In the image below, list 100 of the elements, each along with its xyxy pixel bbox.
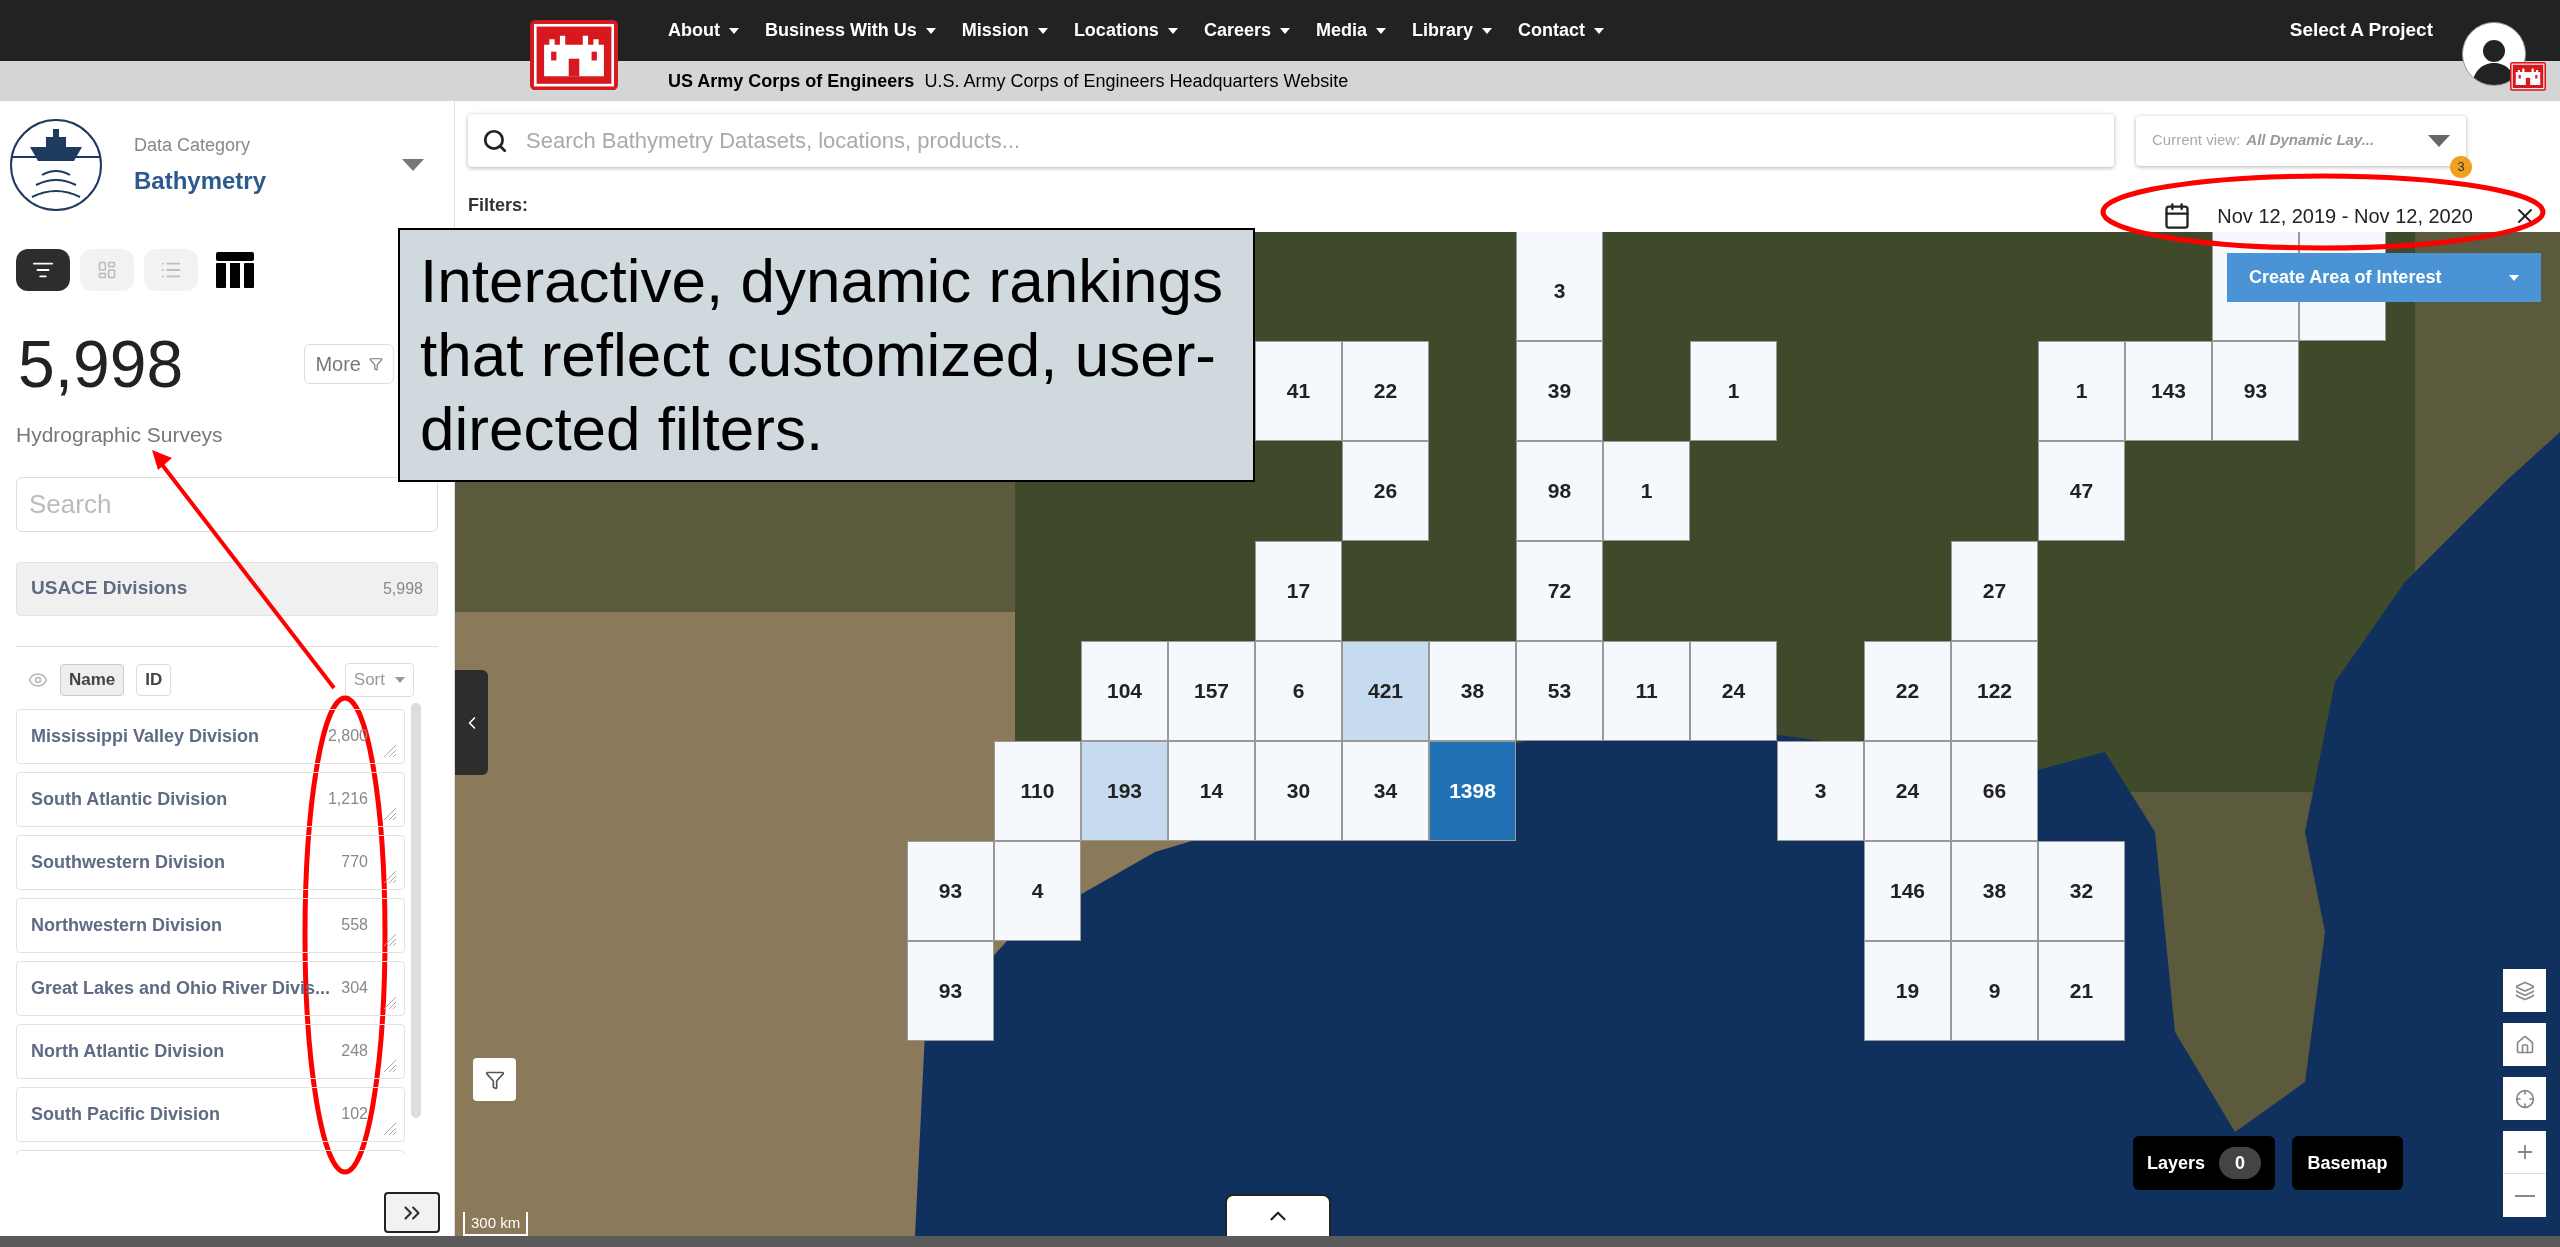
list-view-button[interactable] bbox=[144, 249, 198, 291]
collapse-panel-handle[interactable] bbox=[455, 670, 488, 775]
survey-count-cell[interactable]: 3 bbox=[1777, 741, 1864, 841]
survey-count-cell[interactable]: 6 bbox=[1255, 641, 1342, 741]
nav-menu-link[interactable]: About bbox=[668, 17, 739, 44]
nav-menu-link[interactable]: Media bbox=[1315, 17, 1386, 44]
survey-count-cell[interactable]: 22 bbox=[1342, 341, 1429, 441]
survey-count-cell[interactable]: 93 bbox=[907, 841, 994, 941]
survey-count-cell[interactable]: 38 bbox=[1951, 841, 2038, 941]
survey-count-cell[interactable]: 98 bbox=[1516, 441, 1603, 541]
survey-count-cell[interactable]: 4 bbox=[994, 841, 1081, 941]
survey-count-cell[interactable]: 193 bbox=[1081, 741, 1168, 841]
search-icon bbox=[482, 127, 508, 154]
survey-count-cell[interactable]: 24 bbox=[1864, 741, 1951, 841]
group-row[interactable]: USACE Divisions 5,998 bbox=[16, 561, 438, 616]
survey-count-cell[interactable]: 39 bbox=[1516, 341, 1603, 441]
survey-count-cell[interactable]: 110 bbox=[994, 741, 1081, 841]
sort-field-tab[interactable]: Name bbox=[60, 663, 125, 696]
division-count: 248 bbox=[341, 1041, 369, 1061]
resize-grip-icon bbox=[382, 805, 396, 820]
survey-count-cell[interactable]: 157 bbox=[1168, 641, 1255, 741]
survey-count-cell[interactable]: 72 bbox=[1516, 541, 1603, 641]
sort-field-tab[interactable]: ID bbox=[136, 663, 172, 696]
survey-count-cell[interactable]: 143 bbox=[2125, 341, 2212, 441]
survey-count-cell[interactable]: 53 bbox=[1516, 641, 1603, 741]
division-name: North Atlantic Division bbox=[31, 1039, 225, 1063]
survey-count-cell[interactable]: 24 bbox=[1690, 641, 1777, 741]
survey-count-cell[interactable]: 32 bbox=[2038, 841, 2125, 941]
survey-total: 5,998 bbox=[17, 331, 184, 397]
grid-view-button[interactable] bbox=[80, 249, 134, 291]
nav-menu-link[interactable]: Locations bbox=[1073, 17, 1178, 44]
survey-count-cell[interactable]: 1 bbox=[2038, 341, 2125, 441]
resize-grip-icon bbox=[382, 994, 396, 1009]
division-list-item[interactable]: Northwestern Division 558 bbox=[16, 897, 405, 953]
survey-count-cell[interactable]: 30 bbox=[1255, 741, 1342, 841]
expand-panel-button[interactable] bbox=[384, 1192, 440, 1233]
division-name: Southwestern Division bbox=[31, 850, 226, 874]
caret-icon bbox=[2509, 274, 2519, 281]
filter-button[interactable] bbox=[473, 1058, 516, 1101]
dropdown-caret-icon bbox=[2428, 134, 2450, 147]
survey-count-cell[interactable]: 11 bbox=[1603, 641, 1690, 741]
select-project-link[interactable]: Select A Project bbox=[2289, 16, 2433, 45]
survey-count-cell[interactable]: 3 bbox=[1516, 232, 1603, 341]
nav-menu-link[interactable]: Business With Us bbox=[765, 17, 936, 44]
survey-count-cell[interactable]: 22 bbox=[1864, 641, 1951, 741]
survey-count-cell[interactable]: 14 bbox=[1168, 741, 1255, 841]
home-control[interactable] bbox=[2503, 1023, 2546, 1066]
division-name: Mississippi Valley Division bbox=[31, 724, 260, 748]
castle-logo bbox=[2510, 62, 2546, 91]
nav-menu-link[interactable]: Careers bbox=[1203, 17, 1290, 44]
survey-count-cell[interactable]: 146 bbox=[1864, 841, 1951, 941]
survey-count-cell[interactable]: 1 bbox=[1603, 441, 1690, 541]
dropdown-caret-icon[interactable] bbox=[402, 159, 424, 171]
bottom-drawer-tab[interactable] bbox=[1225, 1194, 1331, 1236]
basemap-button[interactable]: Basemap bbox=[2292, 1136, 2403, 1190]
survey-count-cell[interactable]: 1398 bbox=[1429, 741, 1516, 841]
survey-count-cell[interactable]: 93 bbox=[2212, 341, 2299, 441]
minus-icon bbox=[2514, 1194, 2535, 1197]
nav-menu-link[interactable]: Mission bbox=[961, 17, 1048, 44]
caret-icon bbox=[1375, 27, 1386, 34]
date-range-filter[interactable]: Nov 12, 2019 - Nov 12, 2020 bbox=[2163, 201, 2537, 231]
survey-count-cell[interactable]: 17 bbox=[1255, 541, 1342, 641]
survey-count-cell[interactable]: 34 bbox=[1342, 741, 1429, 841]
survey-count-cell[interactable]: 27 bbox=[1951, 541, 2038, 641]
survey-count-cell[interactable]: 21 bbox=[2038, 941, 2125, 1041]
group-count: 5,998 bbox=[382, 578, 423, 599]
survey-count-cell[interactable]: 93 bbox=[907, 941, 994, 1041]
category-value: Bathymetry bbox=[134, 165, 267, 196]
dashboard-icon bbox=[97, 260, 117, 280]
more-button[interactable]: More bbox=[304, 344, 394, 384]
survey-count-cell[interactable]: 421 bbox=[1342, 641, 1429, 741]
category-label: Data Category bbox=[134, 133, 252, 157]
survey-count-cell[interactable]: 19 bbox=[1864, 941, 1951, 1041]
nav-menu-link[interactable]: Contact bbox=[1518, 17, 1604, 44]
survey-count-cell[interactable]: 26 bbox=[1342, 441, 1429, 541]
layers-button[interactable]: Layers 0 bbox=[2133, 1136, 2276, 1190]
survey-count-cell[interactable]: 9 bbox=[1951, 941, 2038, 1041]
scrollbar[interactable] bbox=[411, 702, 421, 1118]
resize-grip-icon bbox=[382, 868, 396, 883]
division-list-item[interactable]: South Atlantic Division 1,216 bbox=[16, 771, 405, 827]
nav-menu-link[interactable]: Library bbox=[1411, 17, 1492, 44]
caret-icon bbox=[925, 27, 936, 34]
survey-count-cell[interactable]: 1 bbox=[1690, 341, 1777, 441]
survey-count-cell[interactable]: 41 bbox=[1255, 341, 1342, 441]
site-title: U.S. Army Corps of Engineers Headquarters Website bbox=[924, 69, 1349, 93]
division-name: South Pacific Division bbox=[31, 1102, 221, 1126]
survey-count-cell[interactable]: 122 bbox=[1951, 641, 2038, 741]
layers-control[interactable] bbox=[2503, 969, 2546, 1012]
division-list-item[interactable]: North Atlantic Division 248 bbox=[16, 1023, 405, 1079]
locate-control[interactable] bbox=[2503, 1077, 2546, 1120]
division-list-item[interactable]: South Pacific Division 102 bbox=[16, 1086, 405, 1142]
survey-count-cell[interactable]: 66 bbox=[1951, 741, 2038, 841]
org-name: US Army Corps of Engineers bbox=[668, 69, 915, 93]
survey-count-cell[interactable]: 104 bbox=[1081, 641, 1168, 741]
filter-view-button[interactable] bbox=[16, 249, 70, 291]
division-count: 1,216 bbox=[327, 789, 369, 809]
division-list-item[interactable]: Southwestern Division 770 bbox=[16, 834, 405, 890]
search-field[interactable]: Search bbox=[16, 476, 438, 532]
survey-count-cell[interactable]: 38 bbox=[1429, 641, 1516, 741]
survey-count-cell[interactable]: 47 bbox=[2038, 441, 2125, 541]
